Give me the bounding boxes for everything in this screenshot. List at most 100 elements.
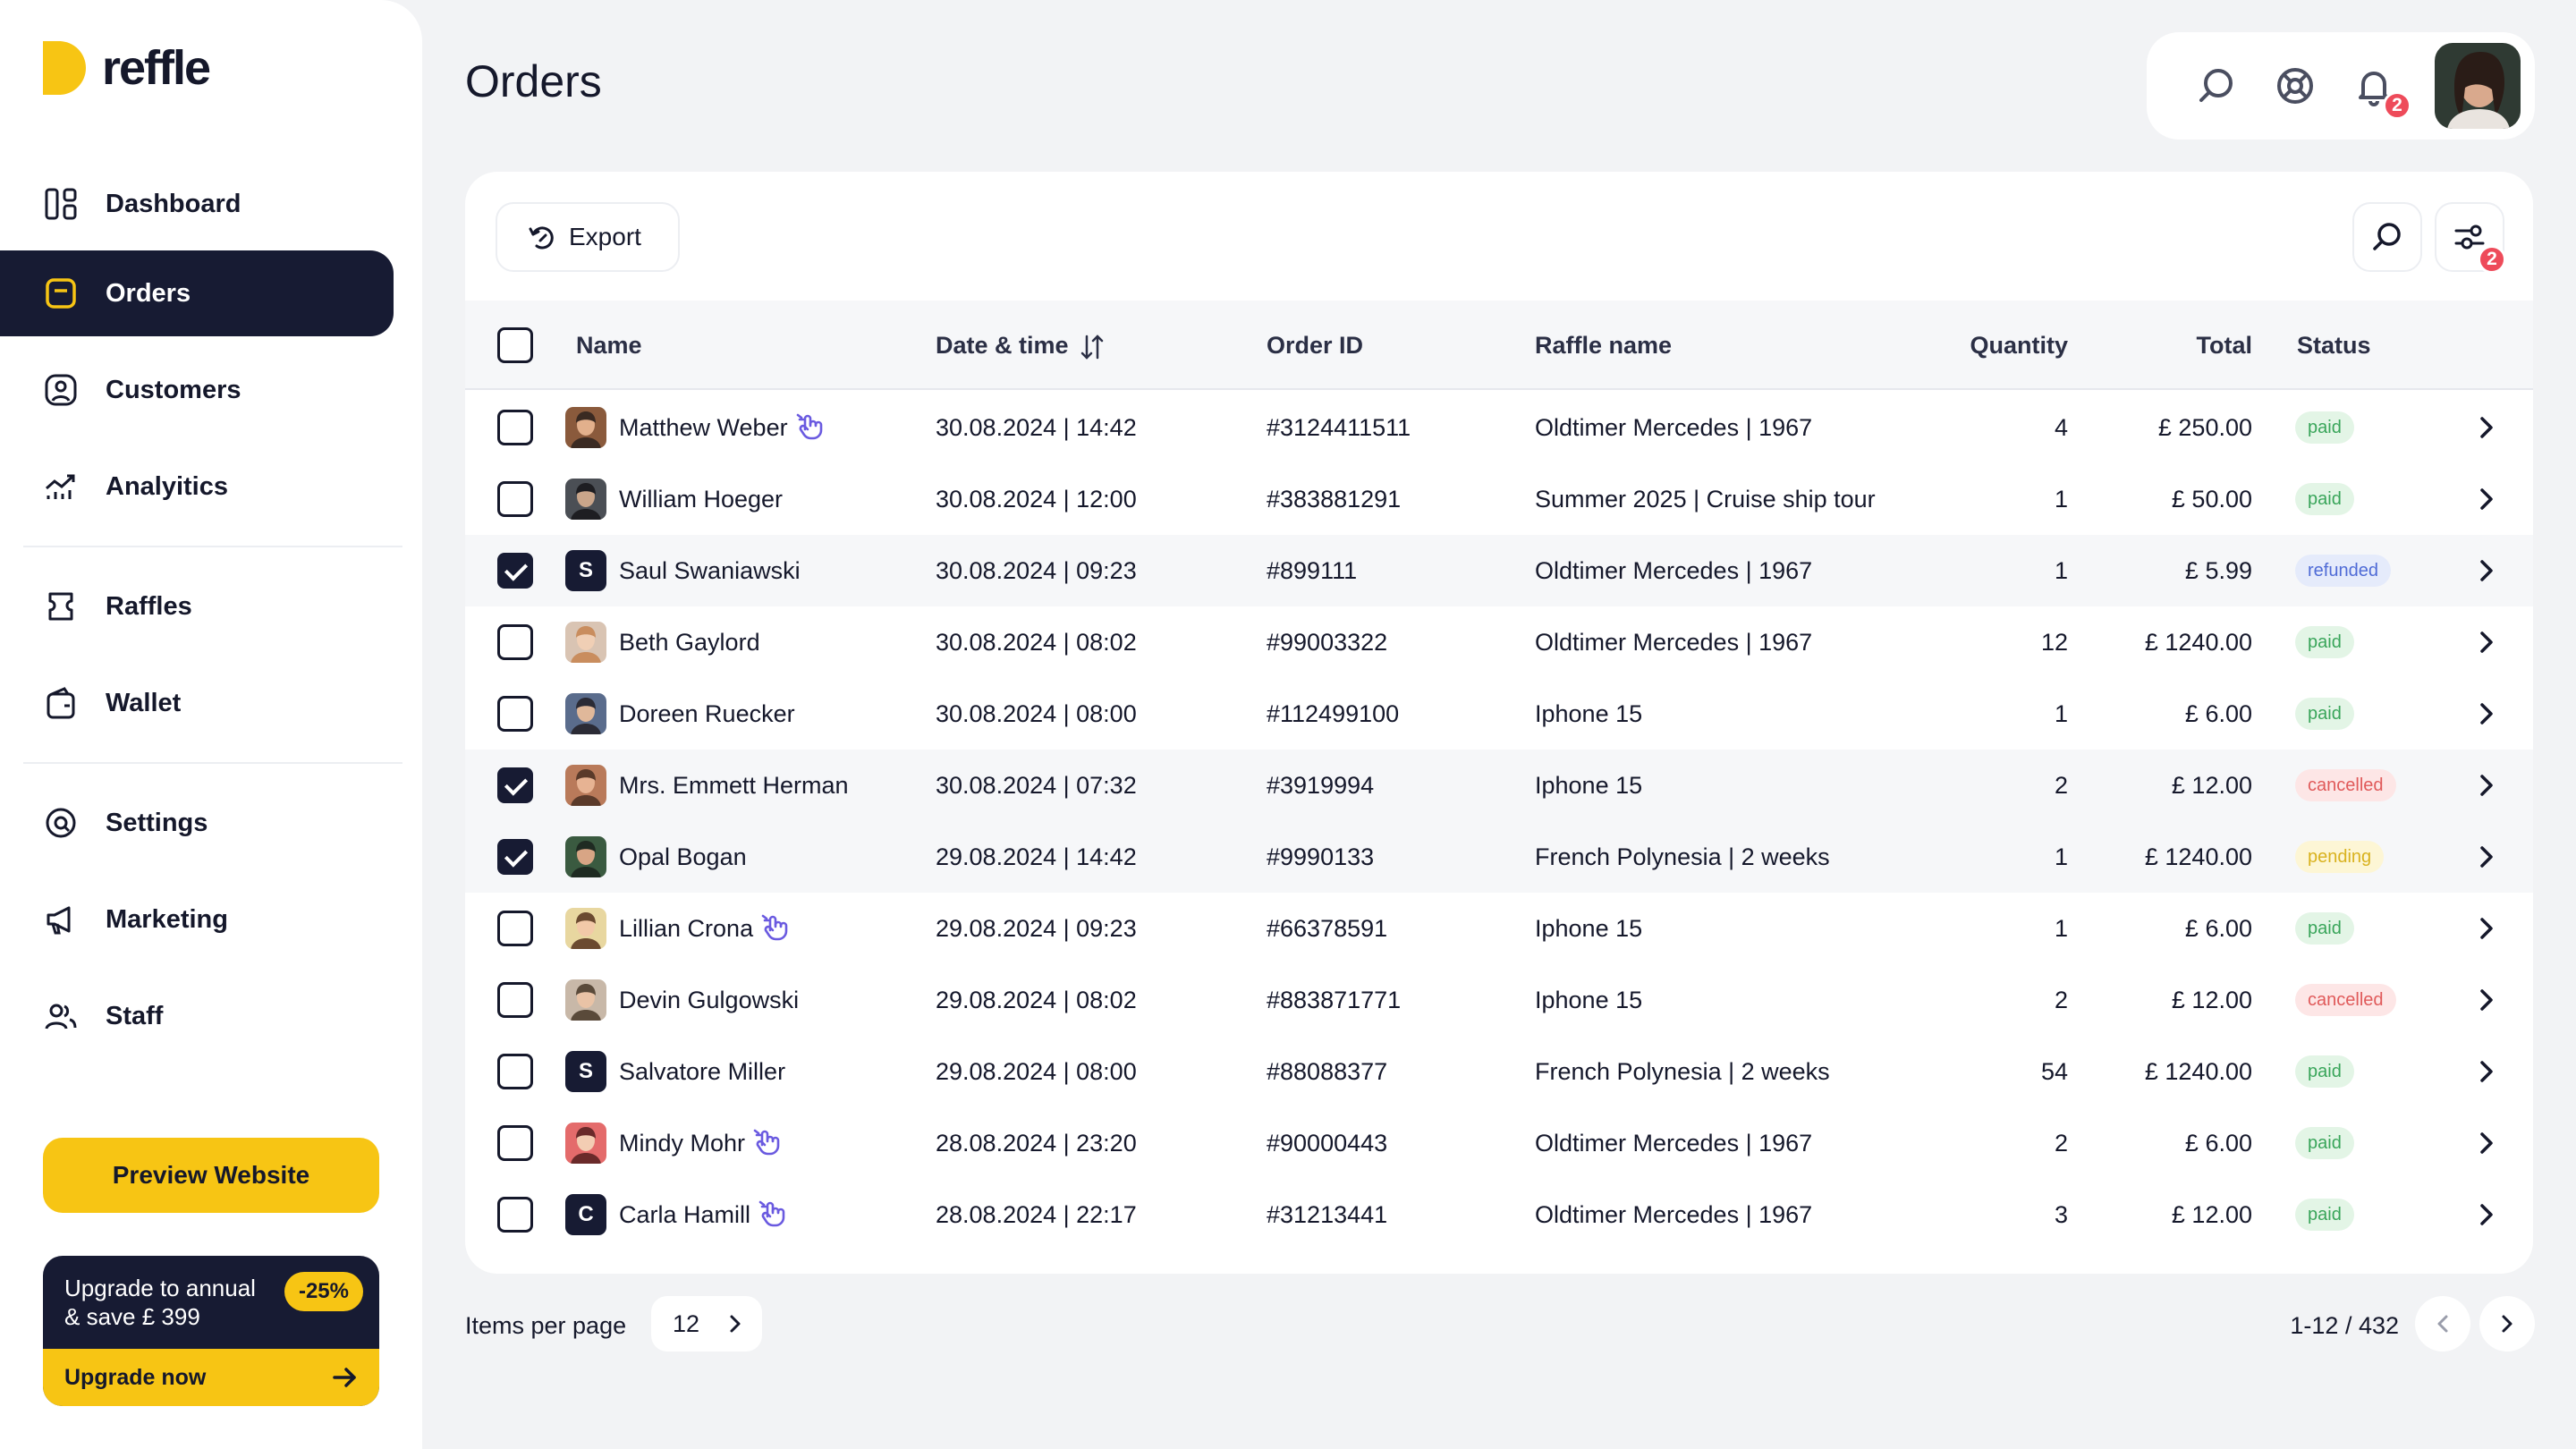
chevron-right-icon[interactable] — [2472, 986, 2501, 1014]
row-checkbox[interactable] — [497, 1197, 533, 1233]
table-row[interactable]: Doreen Ruecker 30.08.2024 | 08:00 #11249… — [465, 678, 2533, 750]
table-row[interactable]: S Salvatore Miller 29.08.2024 | 08:00 #8… — [465, 1036, 2533, 1107]
chevron-right-icon[interactable] — [2472, 1200, 2501, 1229]
row-checkbox[interactable] — [497, 839, 533, 875]
table-row[interactable]: Opal Bogan 29.08.2024 | 14:42 #9990133 F… — [465, 821, 2533, 893]
row-checkbox[interactable] — [497, 982, 533, 1018]
order-id-cell[interactable]: #31213441 — [1267, 1179, 1387, 1250]
order-id-cell[interactable]: #3919994 — [1267, 750, 1374, 821]
user-avatar[interactable] — [2435, 43, 2521, 129]
row-checkbox[interactable] — [497, 410, 533, 445]
chevron-right-icon[interactable] — [2472, 628, 2501, 657]
customer-name-cell[interactable]: Matthew Weber — [619, 392, 826, 463]
chevron-right-icon[interactable] — [2472, 771, 2501, 800]
brand-logo[interactable]: reffle — [43, 39, 211, 97]
table-row[interactable]: C Carla Hamill 28.08.2024 | 22:17 #31213… — [465, 1179, 2533, 1250]
table-row[interactable]: Lillian Crona 29.08.2024 | 09:23 #663785… — [465, 893, 2533, 964]
row-checkbox[interactable] — [497, 767, 533, 803]
table-row[interactable]: Mrs. Emmett Herman 30.08.2024 | 07:32 #3… — [465, 750, 2533, 821]
column-header-order-id[interactable]: Order ID — [1267, 301, 1363, 390]
status-badge: paid — [2295, 626, 2354, 658]
sidebar-item-orders[interactable]: Orders — [0, 250, 394, 336]
order-id-cell[interactable]: #883871771 — [1267, 964, 1401, 1036]
chevron-right-icon[interactable] — [2472, 843, 2501, 871]
sidebar-item-customers[interactable]: Customers — [0, 347, 394, 433]
row-checkbox[interactable] — [497, 1125, 533, 1161]
table-search-button[interactable] — [2352, 202, 2422, 272]
sidebar-item-dashboard[interactable]: Dashboard — [0, 161, 394, 247]
customer-name-cell[interactable]: Saul Swaniawski — [619, 535, 801, 606]
total-cell: £ 5.99 — [2184, 557, 2252, 584]
column-header-quantity[interactable]: Quantity — [1896, 301, 2068, 390]
chevron-right-icon[interactable] — [2472, 914, 2501, 943]
customer-name-cell[interactable]: Salvatore Miller — [619, 1036, 785, 1107]
upgrade-now-button[interactable]: Upgrade now — [43, 1349, 379, 1406]
select-all-checkbox[interactable] — [497, 327, 533, 363]
items-per-page-select[interactable]: 12 — [651, 1296, 762, 1352]
row-checkbox[interactable] — [497, 553, 533, 589]
customer-name-cell[interactable]: Mrs. Emmett Herman — [619, 750, 849, 821]
chevron-right-icon[interactable] — [2472, 1129, 2501, 1157]
order-id-cell[interactable]: #899111 — [1267, 535, 1357, 606]
row-checkbox[interactable] — [497, 696, 533, 732]
quantity-cell: 1 — [2054, 700, 2068, 727]
column-header-name[interactable]: Name — [576, 301, 642, 390]
table-row[interactable]: Mindy Mohr 28.08.2024 | 23:20 #90000443 … — [465, 1107, 2533, 1179]
sidebar-item-marketing[interactable]: Marketing — [0, 877, 394, 962]
order-id-cell[interactable]: #9990133 — [1267, 821, 1374, 893]
raffle-name-cell: Oldtimer Mercedes | 1967 — [1535, 414, 1813, 441]
raffle-name-cell: French Polynesia | 2 weeks — [1535, 1058, 1830, 1085]
row-checkbox[interactable] — [497, 911, 533, 946]
customer-name-cell[interactable]: Devin Gulgowski — [619, 964, 799, 1036]
sidebar-item-staff[interactable]: Staff — [0, 973, 394, 1059]
sidebar-item-analytics[interactable]: Analyitics — [0, 444, 394, 530]
chevron-right-icon[interactable] — [2472, 485, 2501, 513]
total-cell: £ 6.00 — [2184, 915, 2252, 942]
chevron-right-icon[interactable] — [2472, 699, 2501, 728]
order-id-cell[interactable]: #112499100 — [1267, 678, 1399, 750]
column-header-datetime[interactable]: Date & time — [936, 301, 1106, 390]
export-label: Export — [569, 223, 641, 250]
table-row[interactable]: Devin Gulgowski 29.08.2024 | 08:02 #8838… — [465, 964, 2533, 1036]
preview-website-button[interactable]: Preview Website — [43, 1138, 379, 1213]
row-checkbox[interactable] — [497, 624, 533, 660]
order-id-cell[interactable]: #3124411511 — [1267, 392, 1411, 463]
order-id-cell[interactable]: #383881291 — [1267, 463, 1401, 535]
help-icon[interactable] — [2274, 64, 2317, 107]
previous-page-button[interactable] — [2415, 1296, 2470, 1352]
chevron-right-icon[interactable] — [2472, 1057, 2501, 1086]
sidebar-item-wallet[interactable]: Wallet — [0, 660, 394, 746]
customer-name-cell[interactable]: William Hoeger — [619, 463, 783, 535]
order-id-cell[interactable]: #66378591 — [1267, 893, 1387, 964]
row-checkbox[interactable] — [497, 481, 533, 517]
row-checkbox[interactable] — [497, 1054, 533, 1089]
customer-name-cell[interactable]: Mindy Mohr — [619, 1107, 783, 1179]
sidebar-item-raffles[interactable]: Raffles — [0, 564, 394, 649]
export-button[interactable]: Export — [496, 202, 680, 272]
order-id-cell[interactable]: #99003322 — [1267, 606, 1387, 678]
customer-name-cell[interactable]: Doreen Ruecker — [619, 678, 795, 750]
search-icon[interactable] — [2195, 64, 2238, 107]
customer-name-cell[interactable]: Carla Hamill — [619, 1179, 788, 1250]
customer-name-cell[interactable]: Opal Bogan — [619, 821, 747, 893]
column-header-raffle[interactable]: Raffle name — [1535, 301, 1672, 390]
table-row[interactable]: Matthew Weber 30.08.2024 | 14:42 #312441… — [465, 392, 2533, 463]
next-page-button[interactable] — [2479, 1296, 2535, 1352]
order-id-cell[interactable]: #88088377 — [1267, 1036, 1387, 1107]
customer-name-cell[interactable]: Lillian Crona — [619, 893, 791, 964]
table-row[interactable]: William Hoeger 30.08.2024 | 12:00 #38388… — [465, 463, 2533, 535]
chevron-right-icon[interactable] — [2472, 556, 2501, 585]
table-row[interactable]: Beth Gaylord 30.08.2024 | 08:02 #9900332… — [465, 606, 2533, 678]
column-header-status[interactable]: Status — [2297, 301, 2371, 390]
sidebar-item-label: Customers — [106, 376, 242, 404]
customer-name-cell[interactable]: Beth Gaylord — [619, 606, 760, 678]
column-header-total[interactable]: Total — [2093, 301, 2253, 390]
quantity-cell: 2 — [2054, 772, 2068, 799]
sidebar-item-label: Settings — [106, 809, 208, 837]
order-id-cell[interactable]: #90000443 — [1267, 1107, 1387, 1179]
sidebar-item-settings[interactable]: Settings — [0, 780, 394, 866]
chevron-right-icon[interactable] — [2472, 413, 2501, 442]
table-row[interactable]: S Saul Swaniawski 30.08.2024 | 09:23 #89… — [465, 535, 2533, 606]
upgrade-text: Upgrade to annual & save £ 399 — [64, 1274, 288, 1331]
upgrade-line-1: Upgrade to annual — [64, 1275, 256, 1301]
